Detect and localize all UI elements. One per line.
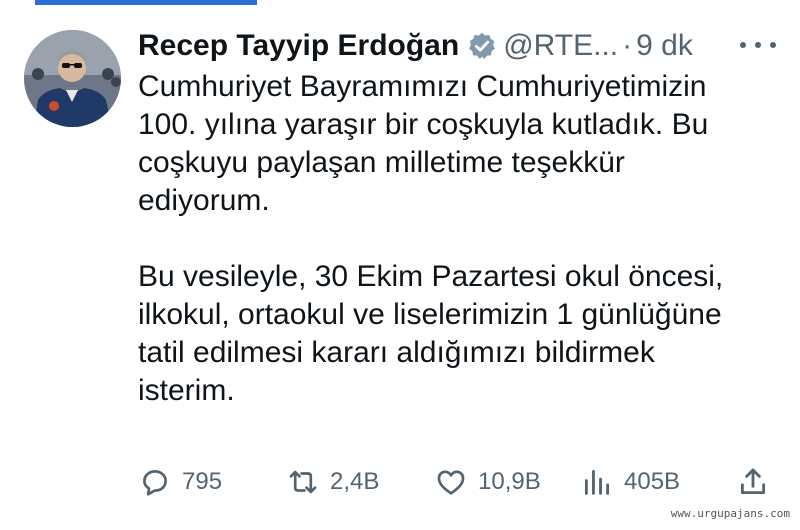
display-name[interactable]: Recep Tayyip Erdoğan [138, 24, 459, 68]
share-button[interactable] [736, 462, 780, 502]
views-count: 405B [624, 468, 681, 495]
tweet-actions: 795 2,4B 10,9B 405B [138, 462, 778, 502]
reply-icon [143, 470, 167, 496]
more-icon[interactable] [740, 30, 776, 60]
like-count: 10,9B [478, 468, 541, 495]
user-handle[interactable]: @RTE... [503, 24, 618, 68]
verified-badge-icon [469, 32, 496, 59]
tweet-time[interactable]: 9 dk [636, 24, 693, 68]
views-icon [584, 469, 610, 495]
avatar-image [24, 30, 121, 127]
top-accent-bar [35, 0, 257, 5]
share-icon [740, 468, 766, 495]
separator-dot: · [622, 29, 633, 62]
watermark: www.urgupajans.com [670, 507, 790, 520]
reply-count: 795 [182, 468, 223, 495]
like-button[interactable]: 10,9B [434, 462, 541, 502]
repost-count: 2,4B [330, 468, 380, 495]
tweet-paragraph-1: Cumhuriyet Bayramımızı Cumhuriyetimizin … [138, 70, 709, 217]
repost-button[interactable]: 2,4B [286, 462, 379, 502]
heart-icon [437, 470, 465, 495]
reply-button[interactable]: 795 [138, 462, 222, 502]
tweet-text: Cumhuriyet Bayramımızı Cumhuriyetimizin … [138, 68, 788, 410]
avatar[interactable] [24, 30, 121, 127]
repost-icon [289, 470, 317, 494]
tweet-paragraph-2: Bu vesileyle, 30 Ekim Pazartesi okul önc… [138, 260, 724, 407]
views-button[interactable]: 405B [580, 462, 680, 502]
tweet-header: Recep Tayyip Erdoğan @RTE... · 9 dk [138, 24, 780, 68]
